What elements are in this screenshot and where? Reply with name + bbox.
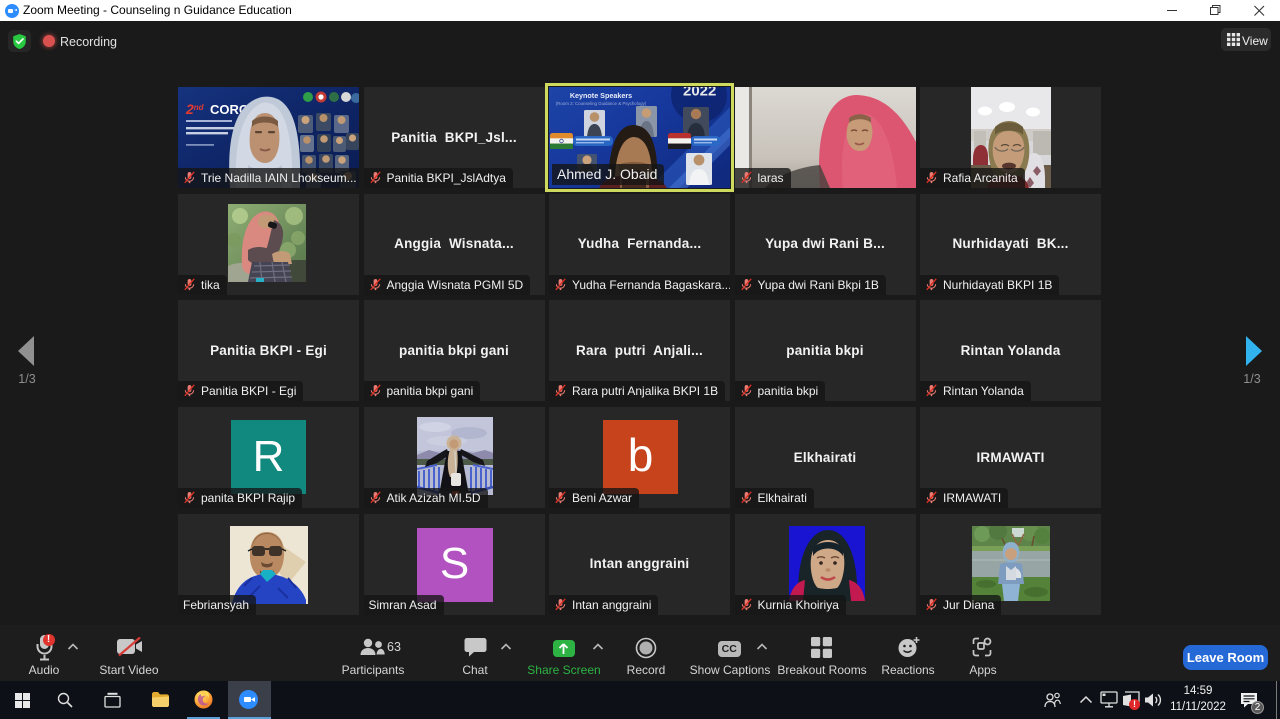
svg-text:(Room 2: Counseling Guidance &: (Room 2: Counseling Guidance & Psycholog… — [556, 101, 647, 106]
svg-text:2022: 2022 — [683, 87, 716, 100]
svg-text:Keynote Speakers: Keynote Speakers — [570, 91, 632, 100]
